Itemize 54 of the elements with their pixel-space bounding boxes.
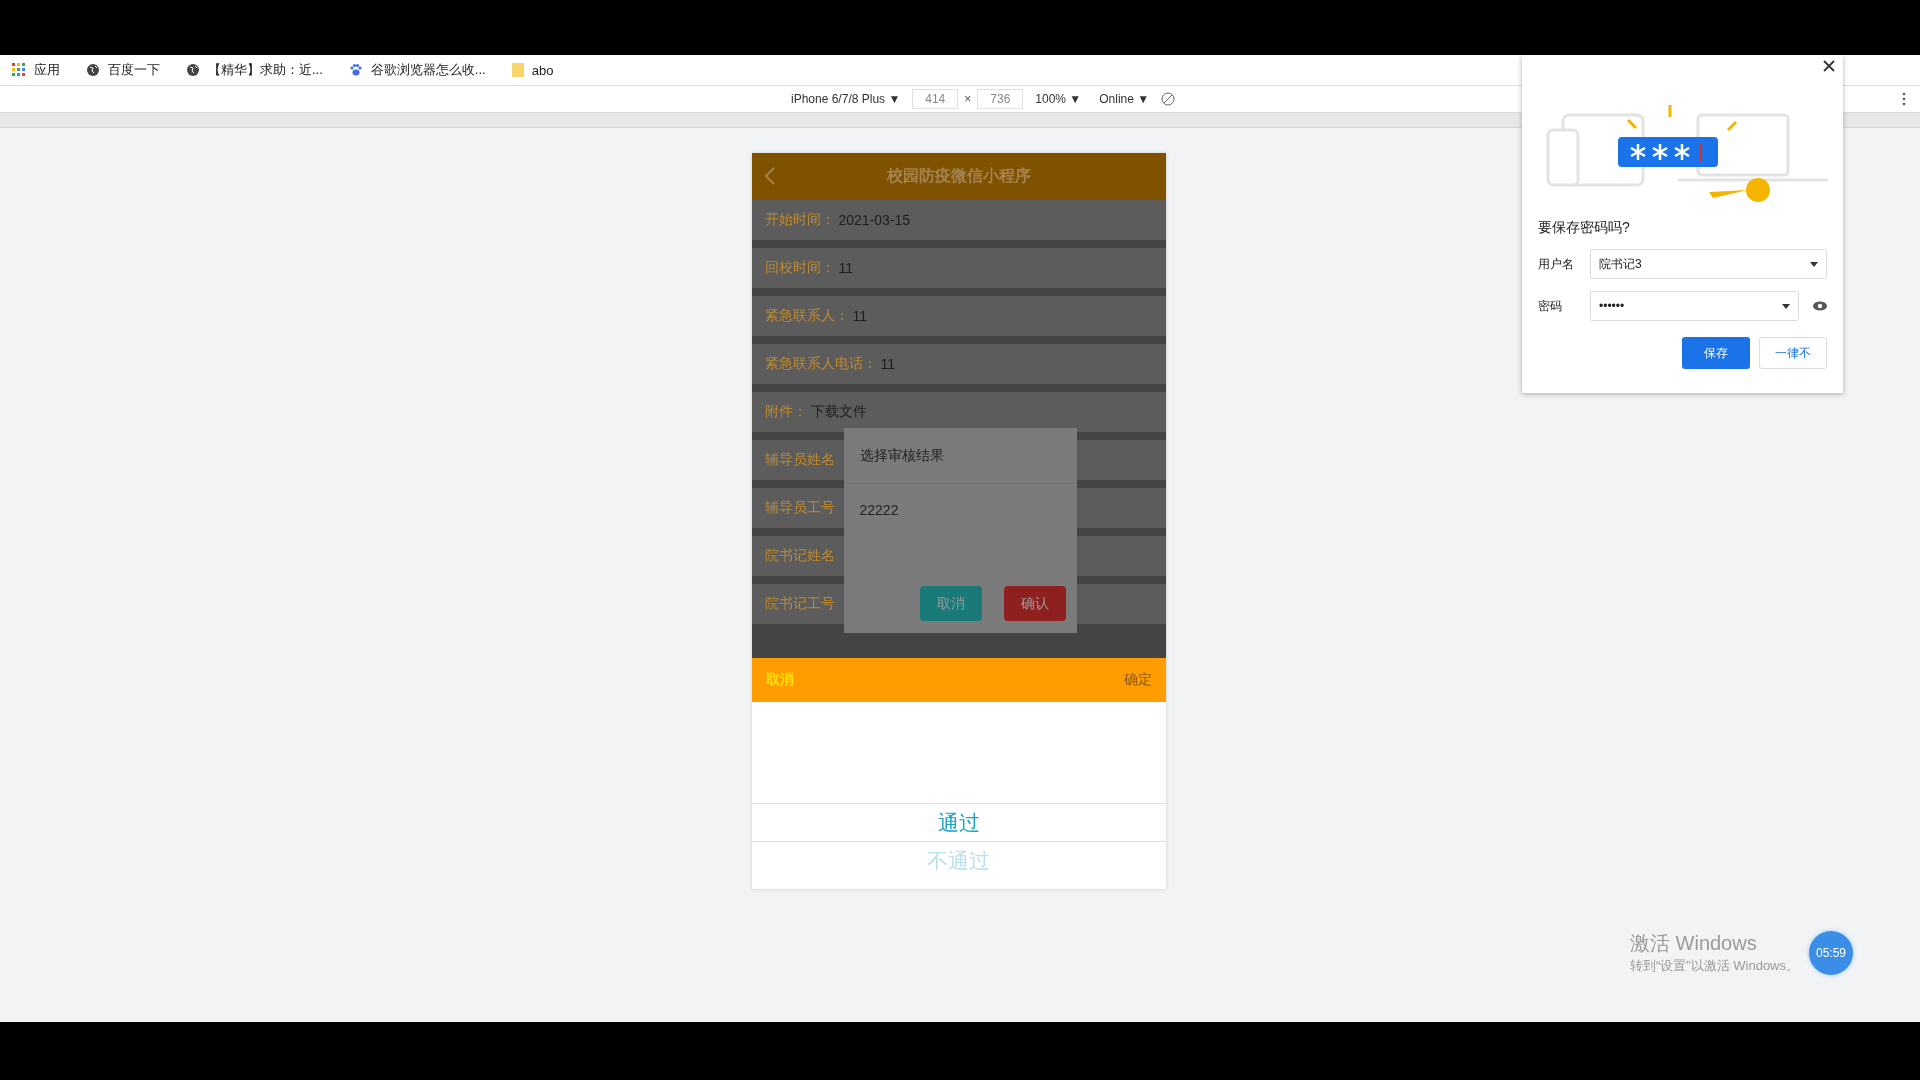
field-value: 下载文件 <box>810 403 867 421</box>
bookmark-label: 应用 <box>34 61 60 79</box>
bookmark-label: 百度一下 <box>108 61 160 79</box>
activation-title: 激活 Windows <box>1630 931 1758 956</box>
field-label: 附件： <box>764 403 807 421</box>
device-select[interactable]: iPhone 6/7/8 Plus ▼ <box>785 92 907 106</box>
never-button[interactable]: 一律不 <box>1759 337 1827 369</box>
network-select[interactable]: Online ▼ <box>1093 92 1156 106</box>
dropdown-caret-icon[interactable] <box>1810 261 1818 267</box>
field-label: 紧急联系人： <box>764 307 849 325</box>
field-label: 紧急联系人电话： <box>764 355 877 373</box>
folder-icon <box>511 63 524 77</box>
field-value: 11 <box>880 356 896 372</box>
field-label: 院书记工号 <box>764 595 835 613</box>
popup-title: 要保存密码吗? <box>1538 219 1631 237</box>
dialog-value: 22222 <box>858 501 900 520</box>
password-label: 密码 <box>1538 297 1563 315</box>
globe-icon <box>186 63 200 77</box>
password-field[interactable]: •••••• <box>1590 291 1799 321</box>
bookmark-label: 谷歌浏览器怎么收... <box>370 61 486 79</box>
height-field[interactable]: 736 <box>977 89 1024 109</box>
bookmark-link[interactable]: 谷歌浏览器怎么收... <box>348 61 486 79</box>
field-label: 辅导员工号 <box>764 499 835 517</box>
field-label: 回校时间： <box>764 259 835 277</box>
eye-icon[interactable] <box>1813 301 1827 311</box>
activation-text: 转到“设置”以激活 Windows。 <box>1630 957 1799 975</box>
zoom-select[interactable]: 100% ▼ <box>1029 92 1088 106</box>
close-icon[interactable] <box>1823 60 1835 72</box>
app-title: 校园防疫微信小程序 <box>886 166 1031 186</box>
width-field[interactable]: 414 <box>912 89 959 109</box>
timer-bubble: 05:59 <box>1809 930 1853 975</box>
bookmark-link[interactable]: 应用 <box>12 61 60 79</box>
save-button[interactable]: 保存 <box>1682 337 1750 369</box>
field-value: 11 <box>838 260 854 276</box>
field-label: 开始时间： <box>764 211 835 229</box>
apps-grid-icon <box>12 63 26 77</box>
times-sign: × <box>964 92 972 106</box>
globe-icon <box>86 63 100 77</box>
rotate-icon[interactable] <box>1161 92 1176 106</box>
username-field[interactable]: 院书记3 <box>1590 249 1827 279</box>
bookmark-label: abo <box>531 62 554 78</box>
bookmark-link[interactable]: abo <box>511 62 554 78</box>
bookmark-label: 【精华】求助：近... <box>208 61 323 79</box>
field-value: 2021-03-15 <box>838 212 911 228</box>
username-label: 用户名 <box>1538 255 1575 273</box>
field-label: 辅导员姓名 <box>764 451 835 469</box>
more-icon[interactable] <box>1902 92 1906 106</box>
field-value: 11 <box>852 308 868 324</box>
bookmark-link[interactable]: 百度一下 <box>86 61 160 79</box>
bookmark-link[interactable]: 【精华】求助：近... <box>186 61 323 79</box>
paw-icon <box>348 63 363 77</box>
dropdown-caret-icon[interactable] <box>1782 303 1790 309</box>
field-label: 院书记姓名 <box>764 547 835 565</box>
dialog-title: 选择审核结果 <box>843 428 1077 484</box>
